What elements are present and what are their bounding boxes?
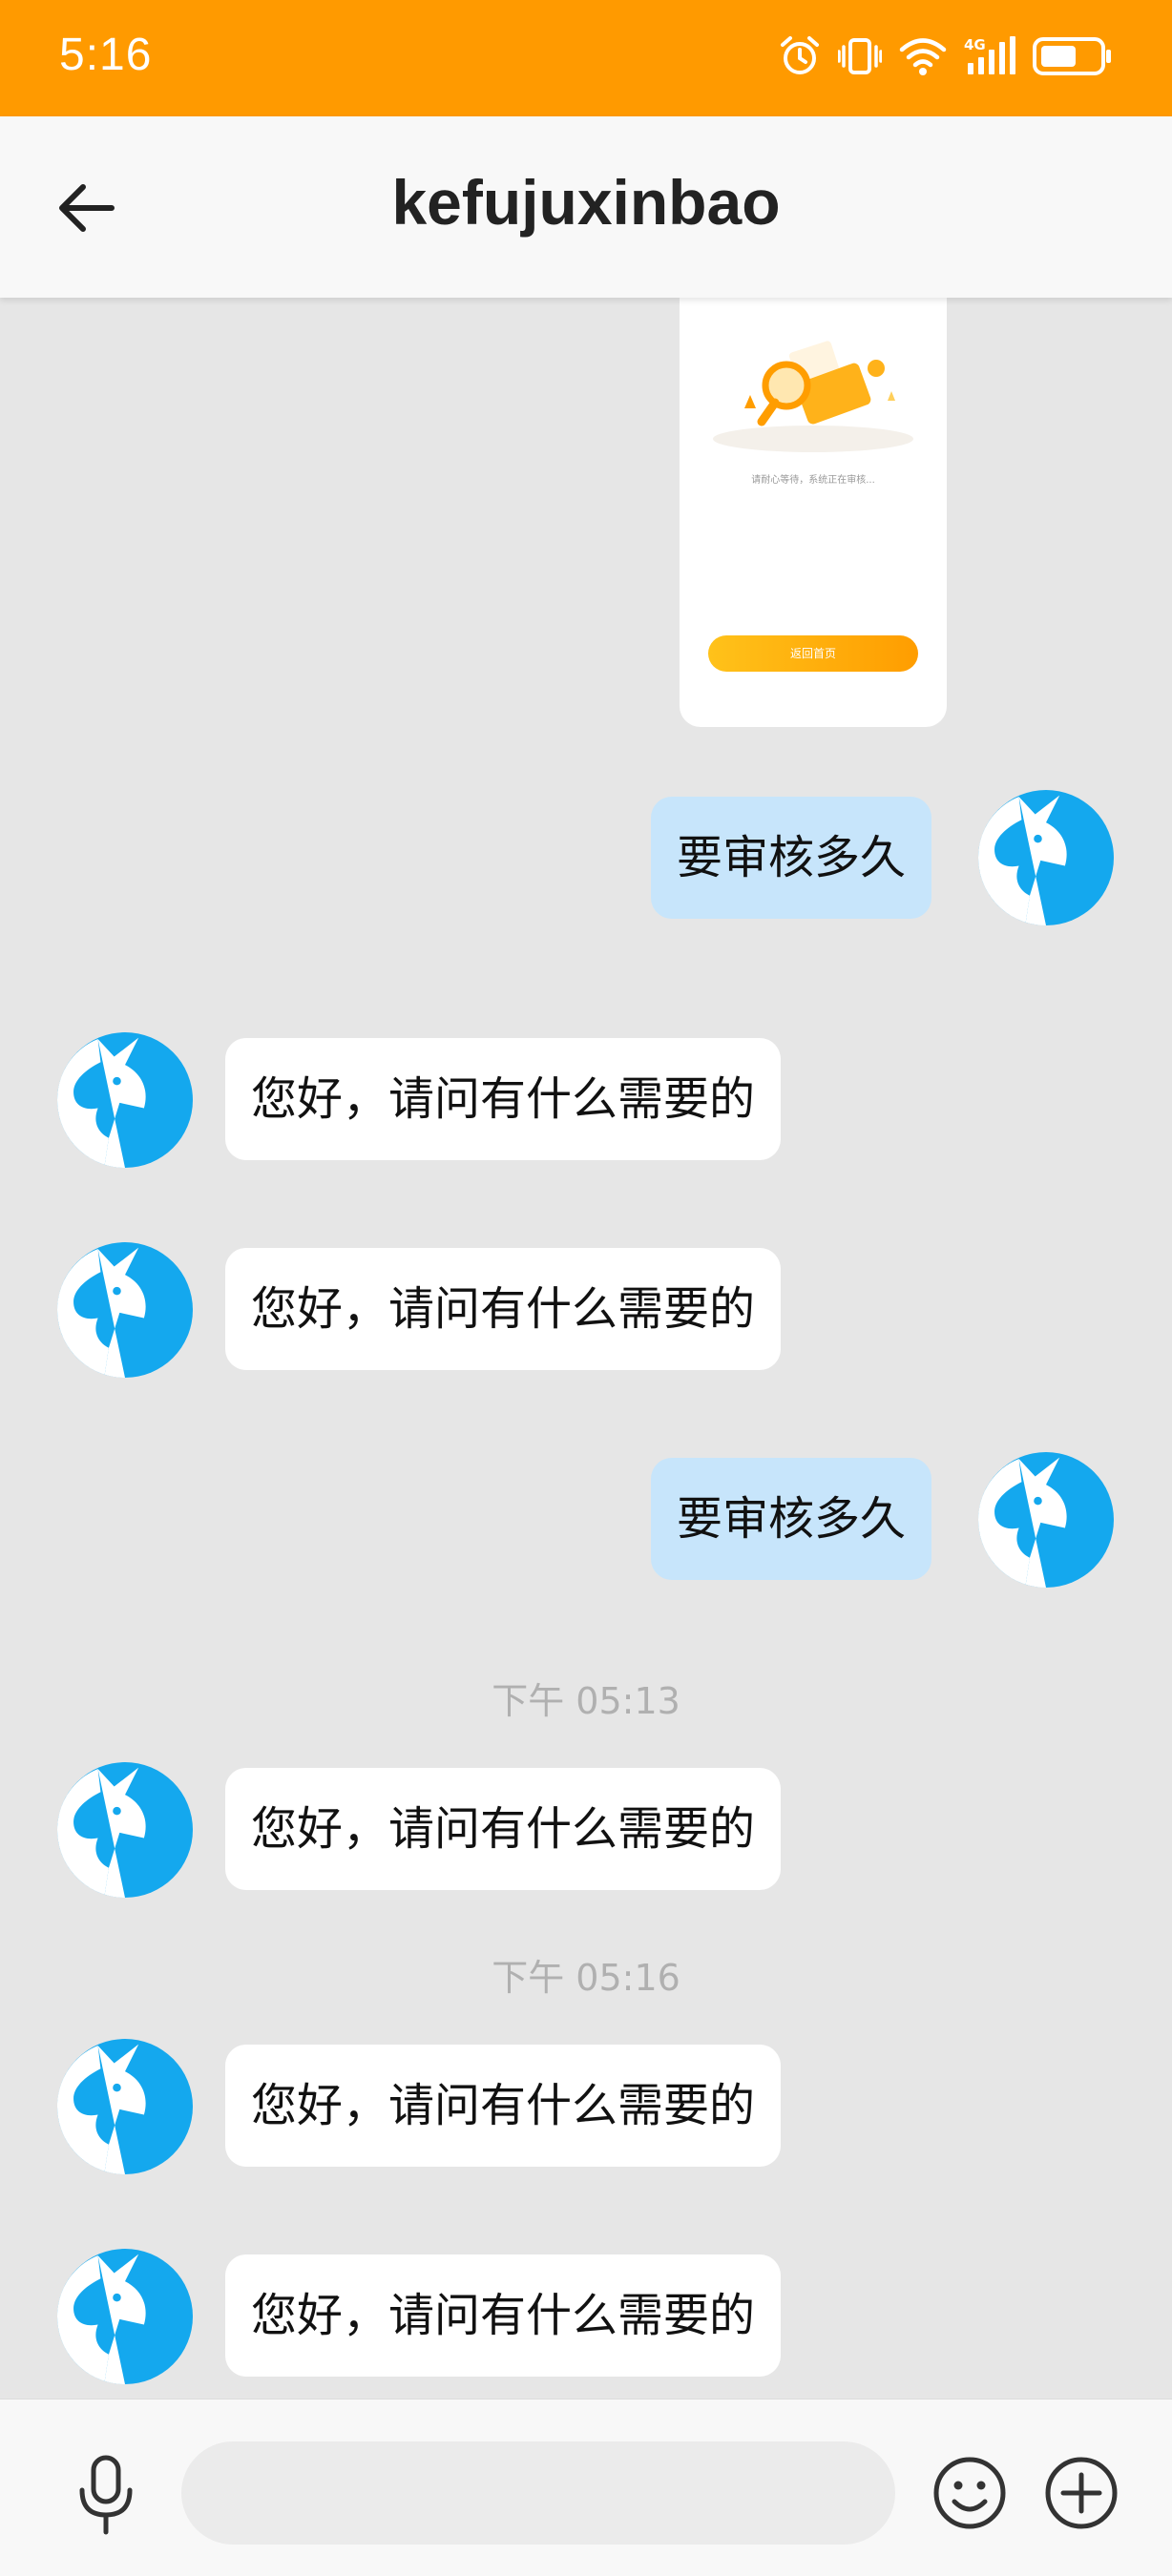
emoji-icon (931, 2457, 1009, 2536)
alarm-icon (779, 35, 821, 81)
status-time: 5:16 (59, 30, 153, 80)
user-avatar[interactable] (978, 1452, 1114, 1588)
unicorn-avatar-icon (57, 2249, 193, 2384)
message-bubble[interactable]: 您好，请问有什么需要的 (225, 2045, 782, 2167)
plus-icon (1042, 2457, 1120, 2536)
unicorn-avatar-icon (57, 1242, 193, 1378)
vibrate-icon (837, 35, 883, 81)
voice-input-button[interactable] (74, 2454, 137, 2536)
message-bubble[interactable]: 要审核多久 (651, 797, 932, 919)
status-bar: 5:16 4G (0, 0, 1172, 116)
signal-icon: 4G (964, 34, 1015, 82)
unicorn-avatar-icon (57, 1032, 193, 1168)
network-type-label: 4G (964, 36, 986, 53)
agent-avatar[interactable] (57, 2039, 193, 2174)
image-caption: 请耐心等待，系统正在审核... (751, 475, 875, 486)
emoji-button[interactable] (931, 2454, 1009, 2532)
timestamp-divider: 下午 05:13 (492, 1680, 680, 1722)
unicorn-avatar-icon (978, 1452, 1114, 1588)
unicorn-avatar-icon (57, 2039, 193, 2174)
chat-header: kefujuxinbao (0, 116, 1172, 298)
message-input[interactable] (181, 2441, 895, 2545)
message-bubble[interactable]: 您好，请问有什么需要的 (225, 1038, 782, 1160)
unicorn-avatar-icon (57, 1762, 193, 1898)
image-return-home-button: 返回首页 (708, 635, 918, 672)
image-message[interactable]: 请耐心等待，系统正在审核... 返回首页 (680, 298, 947, 727)
battery-icon (1033, 35, 1113, 81)
chat-message-list[interactable]: 请耐心等待，系统正在审核... 返回首页 要审核多久 您好，请问有什么需要的 您… (0, 298, 1172, 2399)
microphone-icon (74, 2455, 137, 2540)
agent-avatar[interactable] (57, 1242, 193, 1378)
more-options-button[interactable] (1042, 2454, 1120, 2532)
timestamp-divider: 下午 05:16 (492, 1957, 680, 1999)
wifi-icon (899, 35, 947, 81)
agent-avatar[interactable] (57, 1762, 193, 1898)
message-bubble[interactable]: 您好，请问有什么需要的 (225, 1768, 782, 1890)
unicorn-avatar-icon (978, 790, 1114, 925)
message-bubble[interactable]: 您好，请问有什么需要的 (225, 2254, 782, 2377)
review-illustration (713, 341, 913, 452)
message-bubble[interactable]: 您好，请问有什么需要的 (225, 1248, 782, 1370)
agent-avatar[interactable] (57, 2249, 193, 2384)
message-input-bar (0, 2399, 1172, 2576)
status-icons: 4G (779, 32, 1113, 84)
message-bubble[interactable]: 要审核多久 (651, 1458, 932, 1580)
agent-avatar[interactable] (57, 1032, 193, 1168)
chat-title: kefujuxinbao (391, 167, 781, 238)
user-avatar[interactable] (978, 790, 1114, 925)
